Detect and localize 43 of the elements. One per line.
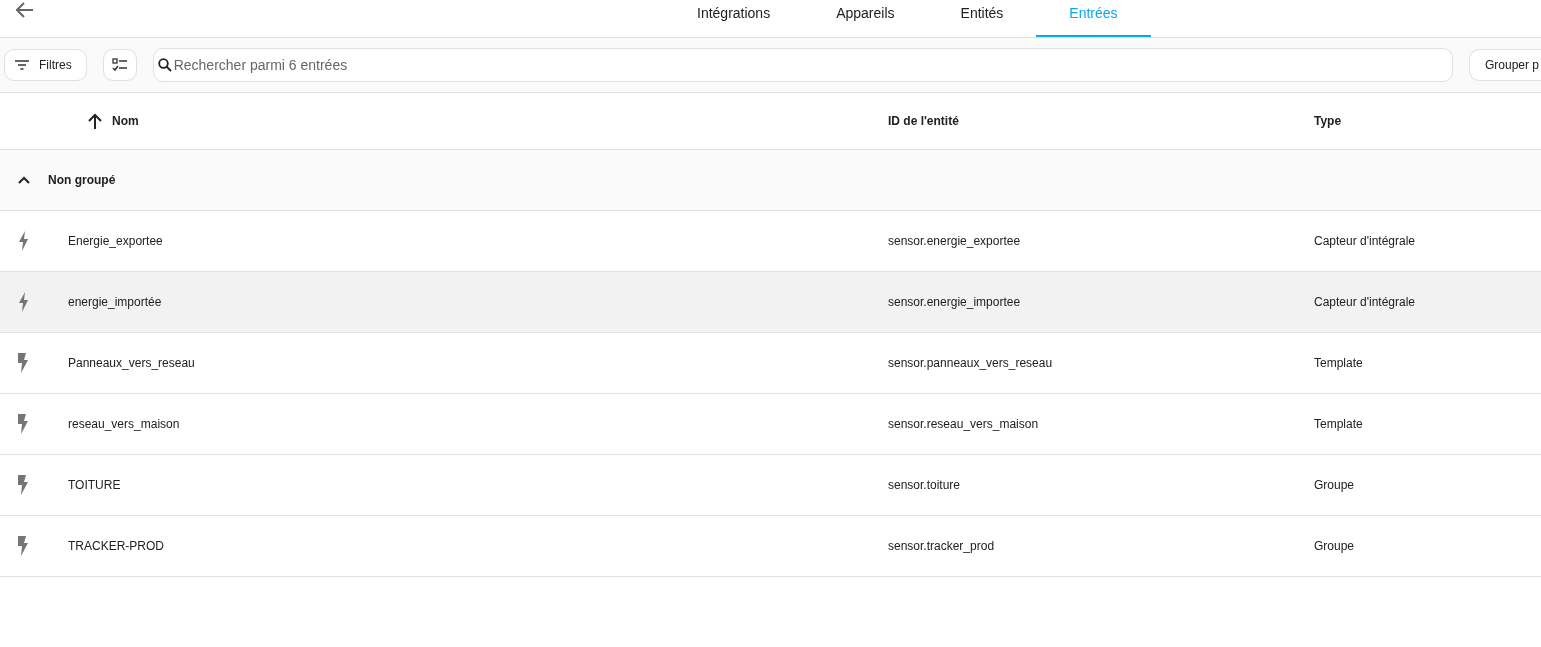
search-icon bbox=[157, 58, 172, 72]
table-cell: sensor.energie_importee bbox=[888, 295, 1021, 309]
table-cell: energie_importée bbox=[68, 295, 162, 309]
table-cell: sensor.panneaux_vers_reseau bbox=[888, 356, 1053, 370]
table-cell: Template bbox=[1314, 356, 1363, 370]
table-cell: Capteur d'intégrale bbox=[1314, 234, 1416, 248]
table-cell: Groupe bbox=[1314, 478, 1355, 492]
lightning-icon bbox=[18, 536, 28, 556]
table-cell: sensor.reseau_vers_maison bbox=[888, 417, 1039, 431]
chevron-icon[interactable] bbox=[18, 176, 30, 184]
column-header[interactable]: Type bbox=[1314, 114, 1342, 128]
lightning-icon bbox=[18, 231, 28, 251]
tab[interactable]: Entités bbox=[927, 0, 1037, 37]
group-by-button[interactable]: Grouper p bbox=[1468, 49, 1541, 81]
filter-icon bbox=[15, 60, 29, 70]
search-input[interactable]: Rechercher parmi 6 entrées bbox=[173, 57, 1452, 73]
selection-mode-button[interactable] bbox=[102, 49, 137, 81]
table-cell: reseau_vers_maison bbox=[68, 417, 180, 431]
column-header[interactable]: Nom bbox=[112, 114, 139, 128]
group-label[interactable]: Non groupé bbox=[48, 173, 116, 187]
tab[interactable]: Appareils bbox=[803, 0, 928, 37]
lightning-icon bbox=[18, 475, 28, 495]
table-cell: Capteur d'intégrale bbox=[1314, 295, 1416, 309]
lightning-icon bbox=[18, 414, 28, 434]
lightning-icon bbox=[18, 353, 28, 373]
table-cell: sensor.toiture bbox=[888, 478, 961, 492]
back-arrow-icon[interactable] bbox=[16, 2, 34, 18]
column-header[interactable]: ID de l'entité bbox=[888, 114, 959, 128]
table-cell: TRACKER-PROD bbox=[68, 539, 164, 553]
sort-up-arrow-icon[interactable] bbox=[88, 113, 102, 129]
table-cell: Panneaux_vers_reseau bbox=[68, 356, 195, 370]
table-cell: sensor.tracker_prod bbox=[888, 539, 995, 553]
table-row[interactable]: energie_importée sensor.energie_importee Capteur d'intégrale bbox=[0, 272, 1541, 333]
table-cell: Template bbox=[1314, 417, 1363, 431]
filters-button[interactable]: Filtres bbox=[4, 49, 87, 81]
search-field[interactable]: Rechercher parmi 6 entrées bbox=[152, 48, 1453, 82]
checklist-icon bbox=[111, 58, 128, 72]
table-cell: Groupe bbox=[1314, 539, 1355, 553]
table-cell: sensor.energie_exportee bbox=[888, 234, 1021, 248]
table-cell: Energie_exportee bbox=[68, 234, 163, 248]
tab[interactable]: Intégrations bbox=[664, 0, 804, 37]
lightning-icon bbox=[18, 292, 28, 312]
table-cell: TOITURE bbox=[68, 478, 121, 492]
